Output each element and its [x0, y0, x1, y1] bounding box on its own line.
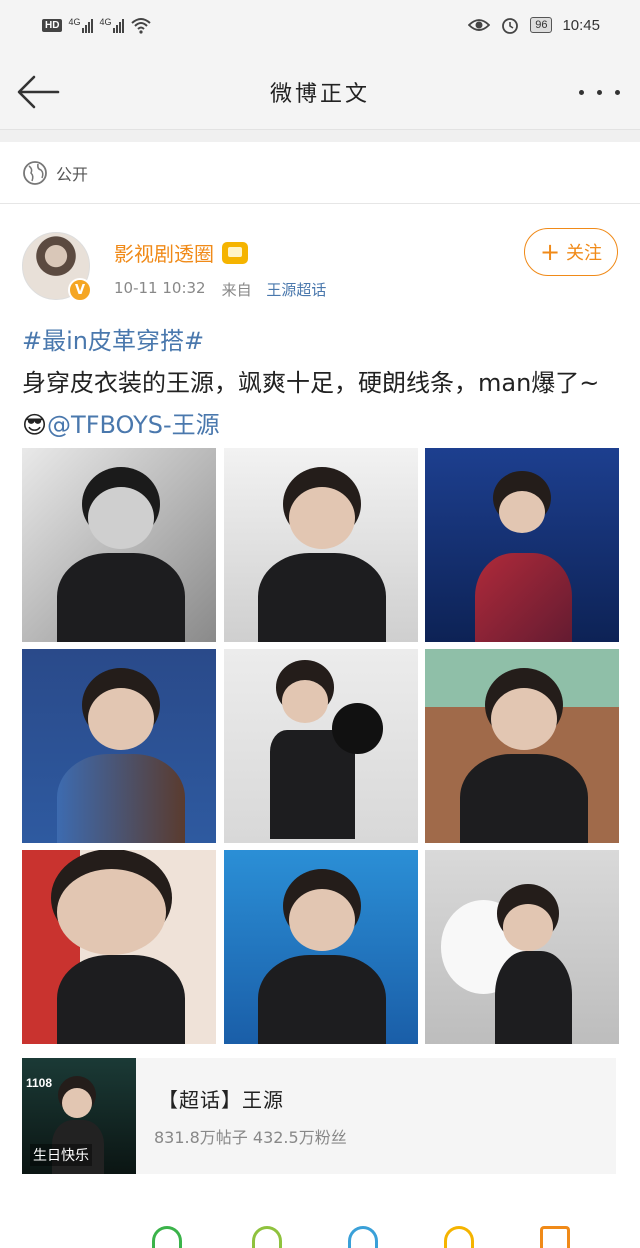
nav-bar: 微博正文 [0, 52, 640, 130]
topic-stats: 831.8万帖子 432.5万粉丝 [154, 1128, 347, 1147]
globe-icon [23, 160, 47, 185]
super-topic-card[interactable]: 1108 生日快乐 【超话】王源 831.8万帖子 432.5万粉丝 [22, 1058, 616, 1174]
post-time: 10-11 10:32 [114, 279, 206, 297]
photo-8[interactable] [223, 850, 418, 1044]
status-left: HD 4G 4G [42, 16, 152, 34]
more-dots-icon [578, 89, 584, 95]
post-meta: 10-11 10:32 来自 王源超话 [114, 279, 326, 300]
follow-label: 关注 [566, 243, 603, 264]
signal-icon: 4G [68, 17, 94, 33]
signal-icon: 4G [99, 17, 125, 33]
action-bar [0, 1226, 640, 1248]
eye-icon [468, 19, 491, 31]
alarm-icon [502, 18, 519, 34]
source-link[interactable]: 王源超话 [266, 281, 326, 299]
thumb-caption: 生日快乐 [30, 1144, 92, 1166]
divider [0, 130, 640, 142]
more-dots-icon [614, 89, 620, 95]
visibility-label: 公开 [56, 164, 89, 184]
crown-icon [222, 241, 248, 264]
follow-button[interactable]: + 关注 [524, 228, 618, 276]
photo-2[interactable] [223, 448, 418, 642]
clock: 10:45 [562, 16, 600, 34]
page-title: 微博正文 [269, 82, 370, 107]
author-name[interactable]: 影视剧透圈 [114, 238, 248, 267]
topic-link[interactable]: #最in皮革穿搭# [22, 327, 204, 355]
favorite-icon[interactable] [540, 1226, 570, 1248]
repost-icon[interactable] [152, 1226, 182, 1248]
wifi-icon [131, 18, 152, 34]
more-dots-icon [596, 89, 602, 95]
more-button[interactable] [572, 74, 626, 110]
visibility-row: 公开 [0, 142, 640, 204]
photo-6[interactable] [425, 649, 619, 843]
status-bar: HD 4G 4G 96 10:45 [0, 0, 640, 52]
photo-grid [22, 448, 619, 1045]
battery-indicator: 96 [530, 17, 553, 33]
post-text: #最in皮革穿搭# 身穿皮衣装的王源，飒爽十足，硬朗线条，man爆了~😎@TFB… [22, 320, 622, 446]
photo-3[interactable] [425, 448, 619, 642]
topic-title: 【超话】王源 [158, 1088, 284, 1112]
photo-5[interactable] [223, 649, 418, 843]
source-prefix: 来自 [221, 281, 252, 299]
like-icon[interactable] [444, 1226, 474, 1248]
thumb-number: 1108 [26, 1076, 53, 1090]
topic-thumbnail: 1108 生日快乐 [22, 1058, 136, 1174]
photo-4[interactable] [22, 649, 216, 843]
photo-9[interactable] [425, 850, 619, 1044]
photo-1[interactable] [22, 448, 216, 642]
verified-badge-icon: V [68, 278, 92, 302]
share-icon[interactable] [348, 1226, 378, 1248]
mention-link[interactable]: @TFBOYS-王源 [47, 411, 220, 439]
photo-7[interactable] [22, 850, 216, 1044]
hd-badge: HD [42, 18, 63, 32]
comment-icon[interactable] [252, 1226, 282, 1248]
status-right: 96 10:45 [468, 15, 600, 35]
author-name-text: 影视剧透圈 [114, 242, 214, 266]
plus-icon: + [539, 238, 561, 266]
